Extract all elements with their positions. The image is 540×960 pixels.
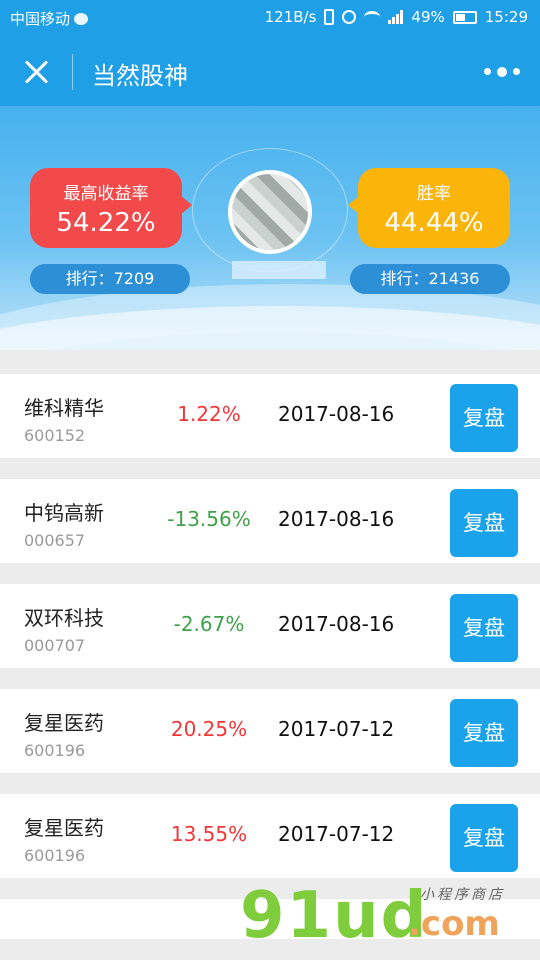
stock-code: 000707: [24, 636, 86, 655]
wifi-icon: [364, 11, 381, 23]
return-percent: 20.25%: [170, 717, 248, 741]
win-rate-card: 胜率 44.44%: [348, 168, 510, 248]
trade-date: 2017-08-16: [278, 612, 395, 636]
carrier-label: 中国移动: [10, 10, 71, 28]
clock-time: 15:29: [484, 8, 528, 26]
stock-code: 600196: [24, 846, 86, 865]
watermark-domain: .com: [408, 904, 500, 944]
stock-code: 000657: [24, 531, 86, 550]
battery-icon: [452, 10, 477, 24]
review-button[interactable]: 复盘: [450, 699, 518, 767]
win-rate-value: 44.44%: [384, 208, 484, 238]
list-item: 维科精华 600152 1.22% 2017-08-16 复盘: [0, 374, 540, 458]
stock-code: 600152: [24, 426, 86, 445]
alarm-icon: [342, 10, 357, 24]
stock-name: 双环科技: [24, 606, 104, 630]
win-rate-label: 胜率: [417, 184, 451, 204]
watermark-logo: 91ud: [240, 879, 429, 953]
return-percent: 13.55%: [170, 822, 248, 846]
list-item: 双环科技 000707 -2.67% 2017-08-16 复盘: [0, 584, 540, 668]
stock-name: 维科精华: [24, 396, 104, 420]
stock-name: 中钨高新: [24, 501, 104, 525]
status-bar: 中国移动 121B/s 49% 15:29: [0, 0, 540, 36]
more-icon[interactable]: [484, 67, 520, 77]
max-return-rank: 排行：7209: [30, 264, 190, 294]
signal-icon: [388, 10, 404, 24]
review-button[interactable]: 复盘: [450, 594, 518, 662]
review-button[interactable]: 复盘: [450, 489, 518, 557]
max-return-label: 最高收益率: [63, 184, 149, 204]
watermark-tagline: 小程序商店: [420, 887, 505, 903]
blurred-username: [232, 261, 326, 279]
return-percent: -13.56%: [167, 507, 251, 531]
stock-code: 600196: [24, 741, 86, 760]
watermark: 91ud 小程序商店 .com: [240, 880, 540, 960]
stock-name: 复星医药: [24, 711, 104, 735]
return-percent: -2.67%: [173, 612, 245, 636]
max-return-card: 最高收益率 54.22%: [30, 168, 192, 248]
top-bar: 中国移动 121B/s 49% 15:29 当然股神: [0, 0, 540, 106]
trade-date: 2017-07-12: [278, 717, 395, 741]
wechat-icon: [74, 12, 89, 25]
list-item: 复星医药 600196 13.55% 2017-07-12 复盘: [0, 794, 540, 878]
battery-percent: 49%: [411, 8, 445, 26]
close-icon[interactable]: [20, 56, 52, 88]
review-button[interactable]: 复盘: [450, 804, 518, 872]
trade-date: 2017-08-16: [278, 402, 395, 426]
max-return-value: 54.22%: [56, 208, 156, 238]
nav-divider: [72, 54, 73, 90]
vibrate-icon: [324, 9, 335, 25]
avatar: [228, 170, 312, 254]
stock-name: 复星医药: [24, 816, 104, 840]
list-item: 中钨高新 000657 -13.56% 2017-08-16 复盘: [0, 479, 540, 563]
return-percent: 1.22%: [177, 402, 241, 426]
list-item: 复星医药 600196 20.25% 2017-07-12 复盘: [0, 689, 540, 773]
trade-date: 2017-08-16: [278, 507, 395, 531]
nav-bar: 当然股神: [0, 40, 540, 106]
review-button[interactable]: 复盘: [450, 384, 518, 452]
trade-date: 2017-07-12: [278, 822, 395, 846]
network-speed: 121B/s: [264, 8, 317, 26]
profile-header: 最高收益率 54.22% 胜率 44.44% 排行：7209 排行：21436: [0, 106, 540, 350]
page-title: 当然股神: [92, 62, 188, 90]
win-rate-rank: 排行：21436: [350, 264, 510, 294]
